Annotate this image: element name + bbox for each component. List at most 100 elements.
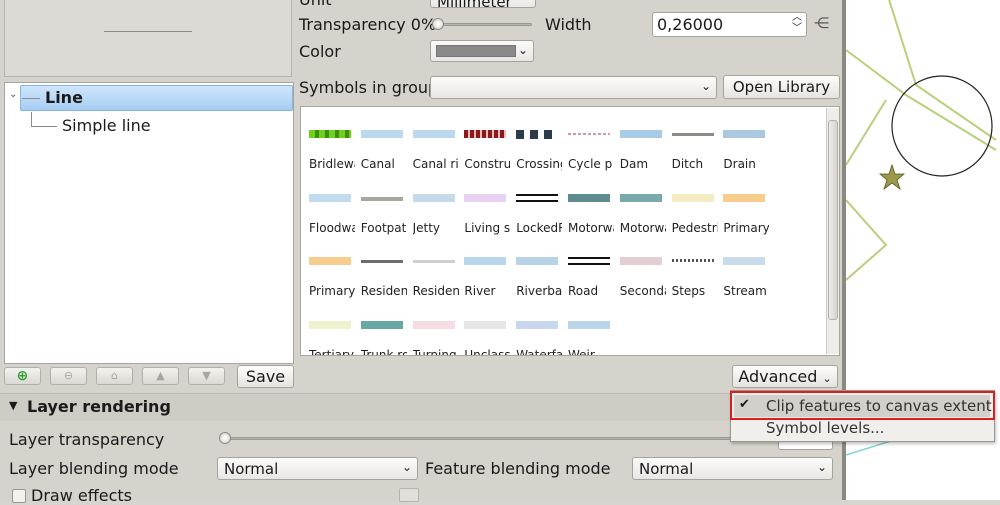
expand-arrow-icon[interactable]: ⌄ — [9, 89, 17, 100]
menu-item-symbol-levels[interactable]: Symbol levels... — [766, 419, 884, 437]
symbols-grid[interactable]: Bridlewa Canal Canal ri Constru Crossing Cycl… — [300, 106, 840, 356]
advanced-button[interactable]: Advanced ⌄ — [732, 365, 838, 388]
symbol-item[interactable]: Waterfal — [508, 298, 563, 356]
lock-icon: ⌂ — [111, 369, 118, 382]
chevron-down-icon: ⌄ — [816, 460, 827, 474]
lock-layer-button[interactable]: ⌂ — [96, 367, 133, 385]
symbol-swatch — [723, 257, 766, 265]
layer-blending-combo[interactable]: Normal ⌄ — [217, 457, 418, 480]
symbol-name: Seconda — [619, 284, 666, 298]
symbol-item[interactable]: Resident — [353, 234, 407, 298]
data-defined-override-icon[interactable]: ⋲ — [814, 14, 829, 32]
symbol-swatch — [723, 193, 766, 202]
symbol-swatch — [723, 130, 766, 138]
symbol-item[interactable]: Primary — [301, 234, 355, 298]
symbol-item[interactable]: Cycle p — [560, 107, 612, 171]
layer-transparency-label: Layer transparency — [9, 430, 165, 449]
symbol-swatch — [516, 193, 559, 202]
symbol-item[interactable]: Motorwa — [612, 171, 666, 235]
symbol-name: Canal — [360, 157, 395, 171]
symbol-swatch — [412, 193, 455, 202]
symbol-name: Drain — [723, 157, 756, 171]
color-button[interactable]: ⌄ — [430, 40, 534, 62]
layer-rendering-title: Layer rendering — [27, 397, 171, 416]
symbol-name: Trunk ro — [360, 347, 407, 356]
symbol-item[interactable]: Crossing — [508, 107, 562, 171]
symbol-item[interactable]: Canal — [353, 107, 405, 171]
symbol-name: Road — [568, 284, 599, 298]
symbol-item[interactable]: Tertiary — [301, 298, 354, 355]
draw-effects-label: Draw effects — [31, 486, 132, 505]
open-library-button[interactable]: Open Library — [723, 75, 840, 99]
symbol-item[interactable]: Trunk ro — [353, 298, 407, 356]
symbol-item[interactable]: Turning — [405, 298, 457, 356]
minus-icon: ⊖ — [63, 369, 74, 382]
tree-item-simple-line[interactable]: Simple line — [62, 116, 151, 135]
symbol-item[interactable]: Road — [560, 234, 612, 298]
symbol-item[interactable]: Constru — [456, 107, 510, 171]
save-button[interactable]: Save — [237, 365, 294, 388]
symbol-item[interactable]: Floodwa — [301, 171, 355, 235]
width-spinbox[interactable]: 0,26000 ︿ ﹀ — [652, 12, 807, 37]
collapse-arrow-icon[interactable]: ▼ — [9, 399, 17, 412]
symbols-scrollbar-thumb[interactable] — [828, 120, 838, 320]
symbol-item[interactable]: Steps — [664, 234, 716, 298]
arrow-up-icon: ▲ — [156, 369, 165, 382]
symbol-swatch — [464, 193, 507, 202]
symbol-item[interactable]: Weir — [560, 298, 612, 356]
color-label: Color — [299, 42, 341, 61]
chevron-down-icon: ⌄ — [822, 372, 832, 385]
symbol-swatch — [516, 130, 559, 139]
plus-icon: ⊕ — [16, 368, 29, 384]
symbol-name: Footpat — [360, 220, 407, 235]
symbol-item[interactable]: Dam — [612, 107, 664, 171]
transparency-slider-handle[interactable] — [432, 18, 444, 30]
symbol-item[interactable]: Bridlewa — [301, 107, 355, 171]
symbol-name: Primary — [723, 220, 770, 235]
symbol-swatch — [671, 133, 714, 136]
symbol-swatch — [568, 193, 610, 202]
feature-blending-combo[interactable]: Normal ⌄ — [632, 457, 833, 480]
symbol-swatch — [516, 257, 559, 265]
tree-item-line-label: Line — [45, 88, 83, 107]
symbol-item[interactable]: Footpat — [353, 171, 406, 235]
symbol-swatch — [619, 130, 662, 138]
symbol-item[interactable]: Jetty — [405, 171, 457, 235]
symbol-swatch — [360, 320, 403, 329]
symbol-item[interactable]: River — [456, 234, 508, 298]
symbol-item[interactable]: Drain — [715, 107, 767, 171]
chevron-down-icon: ⌄ — [517, 43, 528, 57]
move-down-button[interactable]: ▼ — [188, 367, 225, 385]
layer-transparency-slider-handle[interactable] — [219, 432, 231, 444]
spin-arrows-icon[interactable]: ︿ ﹀ — [792, 12, 802, 34]
symbol-group-combo[interactable]: ⌄ — [430, 76, 717, 99]
symbol-item[interactable]: Motorwa — [560, 171, 614, 235]
symbol-item[interactable]: LockedR — [508, 171, 562, 235]
draw-effects-checkbox[interactable] — [12, 489, 26, 503]
symbol-item[interactable]: Primary — [715, 171, 769, 235]
symbol-item[interactable]: Canal ri — [405, 107, 459, 171]
move-up-button[interactable]: ▲ — [142, 367, 179, 385]
symbol-item[interactable]: Ditch — [664, 107, 716, 171]
symbol-swatch — [464, 320, 507, 329]
symbol-name: Waterfal — [516, 347, 563, 356]
symbol-swatch — [671, 193, 714, 202]
symbol-item[interactable]: Seconda — [612, 234, 666, 298]
symbol-item[interactable]: Living st — [456, 171, 510, 235]
layer-blending-label: Layer blending mode — [9, 459, 179, 478]
add-layer-button[interactable]: ⊕ — [4, 367, 41, 385]
transparency-slider[interactable] — [436, 23, 532, 26]
tree-connector — [22, 98, 40, 99]
symbol-name: Turning — [412, 347, 457, 356]
symbol-name: Weir — [568, 347, 595, 356]
layer-transparency-slider[interactable] — [222, 437, 777, 440]
symbol-item[interactable]: Stream — [715, 234, 767, 298]
symbol-swatch — [412, 320, 455, 329]
symbol-item[interactable]: Unclassi — [456, 298, 510, 355]
symbol-swatch — [619, 193, 662, 202]
unit-combo[interactable]: Millimeter — [430, 0, 536, 8]
symbol-item[interactable]: Resident — [405, 234, 459, 298]
remove-layer-button[interactable]: ⊖ — [50, 367, 87, 385]
symbol-item[interactable]: Riverbar — [508, 234, 562, 298]
symbol-item[interactable]: Pedestri — [664, 171, 718, 235]
